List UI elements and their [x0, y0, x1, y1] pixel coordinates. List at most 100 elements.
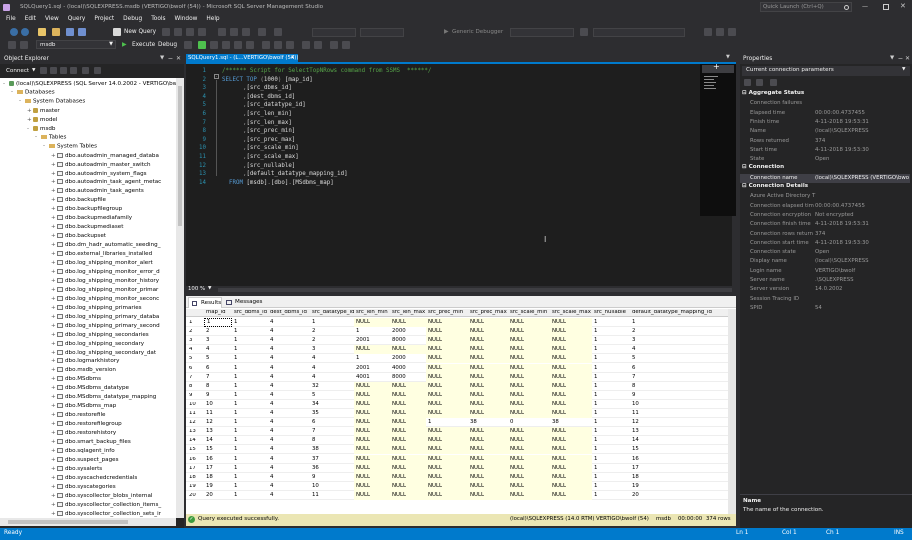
table-cell[interactable]: 1	[592, 473, 630, 482]
results-to-text-icon[interactable]	[262, 41, 270, 49]
column-header[interactable]: src_scale_max	[552, 310, 594, 315]
table-cell[interactable]: 4	[268, 364, 310, 373]
find-icon[interactable]	[580, 28, 588, 36]
table-cell[interactable]: NULL	[426, 327, 468, 337]
table-cell[interactable]: NULL	[468, 427, 508, 437]
table-cell[interactable]: 12	[204, 418, 232, 427]
table-cell[interactable]: 1	[630, 318, 730, 327]
table-cell[interactable]: 4	[268, 354, 310, 363]
table-cell[interactable]: NULL	[550, 490, 592, 500]
table-cell[interactable]: NULL	[468, 399, 508, 409]
table-cell[interactable]: 4	[268, 445, 310, 454]
grid-vertical-scrollbar[interactable]	[728, 309, 736, 514]
table-cell[interactable]: 1	[232, 409, 268, 418]
maximize-button[interactable]	[883, 4, 889, 10]
table-cell[interactable]: NULL	[426, 490, 468, 500]
table-cell[interactable]: 6	[204, 364, 232, 373]
tree-node[interactable]: + dbo.MSdbms	[51, 376, 101, 383]
table-cell[interactable]: 1	[232, 336, 268, 345]
table-cell[interactable]: NULL	[354, 381, 390, 391]
table-cell[interactable]: NULL	[390, 345, 426, 355]
table-cell[interactable]: NULL	[390, 463, 426, 473]
include-plan-icon[interactable]	[246, 41, 254, 49]
tab-sqlquery1[interactable]: SQLQuery1.sql - (L...VERTIGO\bwolf (54))…	[186, 54, 299, 63]
table-cell[interactable]: 16	[204, 455, 232, 464]
property-category[interactable]: ⊟ Aggregate Status	[742, 90, 804, 96]
close-panel-icon[interactable]: ✕	[176, 56, 181, 62]
table-cell[interactable]: NULL	[468, 454, 508, 464]
table-row[interactable]: 12 12 1 4 6 NULL NULL 1 38 0 38 1 12	[186, 418, 736, 428]
table-cell[interactable]: NULL	[508, 372, 550, 382]
table-cell[interactable]: NULL	[390, 472, 426, 482]
column-header[interactable]: map_id	[206, 310, 234, 315]
results-to-file-icon[interactable]	[286, 41, 294, 49]
table-cell[interactable]: 1	[592, 482, 630, 491]
table-cell[interactable]: 1	[232, 473, 268, 482]
table-cell[interactable]: NULL	[468, 318, 508, 327]
table-cell[interactable]: 15	[630, 445, 730, 454]
table-cell[interactable]: 1	[232, 364, 268, 373]
table-cell[interactable]: NULL	[550, 409, 592, 418]
table-cell[interactable]: 1	[232, 436, 268, 445]
tree-node[interactable]: + dbo.autoadmin_master_switch	[51, 161, 151, 169]
property-row[interactable]: Connection start time 4-11-2018 19:53:30	[740, 239, 910, 248]
table-cell[interactable]: 4	[630, 345, 730, 354]
table-cell[interactable]: NULL	[468, 436, 508, 446]
table-cell[interactable]: NULL	[426, 481, 468, 491]
column-header[interactable]: dest_dbms_id	[270, 310, 312, 315]
column-header[interactable]: src_prec_min	[428, 310, 470, 315]
table-cell[interactable]: 3	[204, 336, 232, 345]
property-row[interactable]: Connection failures	[740, 99, 910, 108]
chevron-down-icon[interactable]: ▼	[32, 68, 35, 74]
table-cell[interactable]: 1	[232, 382, 268, 391]
table-cell[interactable]: 4	[268, 418, 310, 427]
wrench-icon[interactable]	[704, 28, 712, 36]
property-row[interactable]: Connection rows return 374	[740, 230, 910, 239]
open-file-icon[interactable]	[52, 28, 60, 36]
table-cell[interactable]: NULL	[468, 354, 508, 364]
table-cell[interactable]: NULL	[354, 472, 390, 482]
table-cell[interactable]: NULL	[468, 381, 508, 391]
table-cell[interactable]: 11	[310, 491, 354, 500]
table-cell[interactable]: 2001	[354, 364, 390, 373]
table-cell[interactable]: NULL	[550, 354, 592, 364]
table-cell[interactable]: NULL	[426, 399, 468, 409]
table-cell[interactable]: 2000	[390, 327, 426, 336]
table-cell[interactable]: 38	[310, 445, 354, 454]
table-cell[interactable]: NULL	[354, 445, 390, 455]
table-cell[interactable]: NULL	[550, 318, 592, 327]
table-cell[interactable]: 4	[268, 482, 310, 491]
table-cell[interactable]: NULL	[426, 445, 468, 455]
property-row[interactable]: Connection state Open	[740, 248, 910, 257]
table-cell[interactable]: NULL	[426, 345, 468, 355]
table-cell[interactable]: 1	[232, 345, 268, 354]
table-cell[interactable]: NULL	[550, 399, 592, 409]
new-item-icon[interactable]	[38, 28, 46, 36]
table-cell[interactable]: 0	[508, 418, 550, 427]
table-cell[interactable]: 4	[268, 436, 310, 445]
table-cell[interactable]: NULL	[550, 454, 592, 464]
property-row[interactable]: Server version 14.0.2002	[740, 285, 910, 294]
table-cell[interactable]: 4	[268, 336, 310, 345]
pin-icon[interactable]: ▼	[890, 55, 894, 62]
table-cell[interactable]: 14	[204, 436, 232, 445]
property-row[interactable]: Display name (local)\SQLEXPRESS	[740, 257, 910, 266]
table-cell[interactable]: NULL	[508, 318, 550, 327]
table-cell[interactable]: NULL	[508, 481, 550, 491]
tree-node[interactable]: + dbo.backupmediaset	[51, 224, 123, 231]
table-cell[interactable]: 38	[468, 418, 508, 427]
zoom-level[interactable]: 100 %	[188, 286, 205, 292]
table-cell[interactable]: NULL	[390, 481, 426, 491]
table-cell[interactable]: NULL	[354, 318, 390, 327]
table-cell[interactable]: 4	[310, 354, 354, 363]
table-cell[interactable]: 8000	[390, 336, 426, 345]
table-cell[interactable]: 1	[232, 354, 268, 363]
menu-item-file[interactable]: File	[6, 16, 16, 22]
table-cell[interactable]: 2001	[354, 336, 390, 345]
table-cell[interactable]: NULL	[468, 472, 508, 482]
save-all-icon[interactable]	[78, 28, 86, 36]
uncomment-icon[interactable]	[314, 41, 322, 49]
table-cell[interactable]: 8	[204, 382, 232, 391]
table-cell[interactable]: 4	[268, 327, 310, 336]
table-cell[interactable]: 1	[592, 491, 630, 500]
